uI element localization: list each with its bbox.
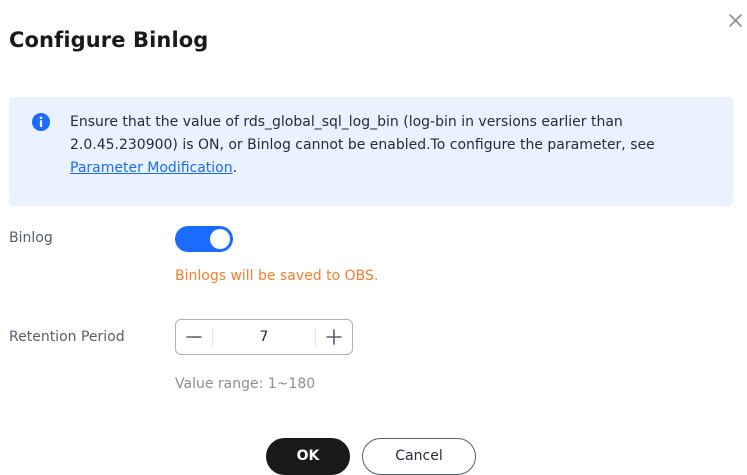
increment-button[interactable] <box>316 320 352 354</box>
dialog-title: Configure Binlog <box>9 28 209 52</box>
ok-button[interactable]: OK <box>266 438 350 475</box>
retention-period-label: Retention Period <box>9 329 125 345</box>
alert-text: Ensure that the value of rds_global_sql_… <box>70 114 655 153</box>
retention-period-input[interactable] <box>213 320 315 354</box>
binlog-note: Binlogs will be saved to OBS. <box>175 268 379 284</box>
close-icon <box>729 14 742 27</box>
binlog-toggle[interactable] <box>175 226 233 252</box>
configure-binlog-dialog: Configure Binlog Ensure that the value o… <box>0 0 747 475</box>
retention-period-stepper <box>175 319 353 355</box>
alert-message: Ensure that the value of rds_global_sql_… <box>70 111 722 180</box>
alert-suffix: . <box>232 160 238 176</box>
binlog-label: Binlog <box>9 230 53 246</box>
decrement-button[interactable] <box>176 320 212 354</box>
minus-icon <box>186 336 202 338</box>
parameter-modification-link[interactable]: Parameter Modification <box>70 160 233 176</box>
cancel-button[interactable]: Cancel <box>362 438 476 475</box>
close-button[interactable] <box>727 10 747 30</box>
info-icon <box>32 113 50 131</box>
retention-range-hint: Value range: 1~180 <box>175 376 316 392</box>
toggle-knob <box>210 229 230 249</box>
plus-icon <box>326 329 342 345</box>
info-alert: Ensure that the value of rds_global_sql_… <box>9 97 733 206</box>
